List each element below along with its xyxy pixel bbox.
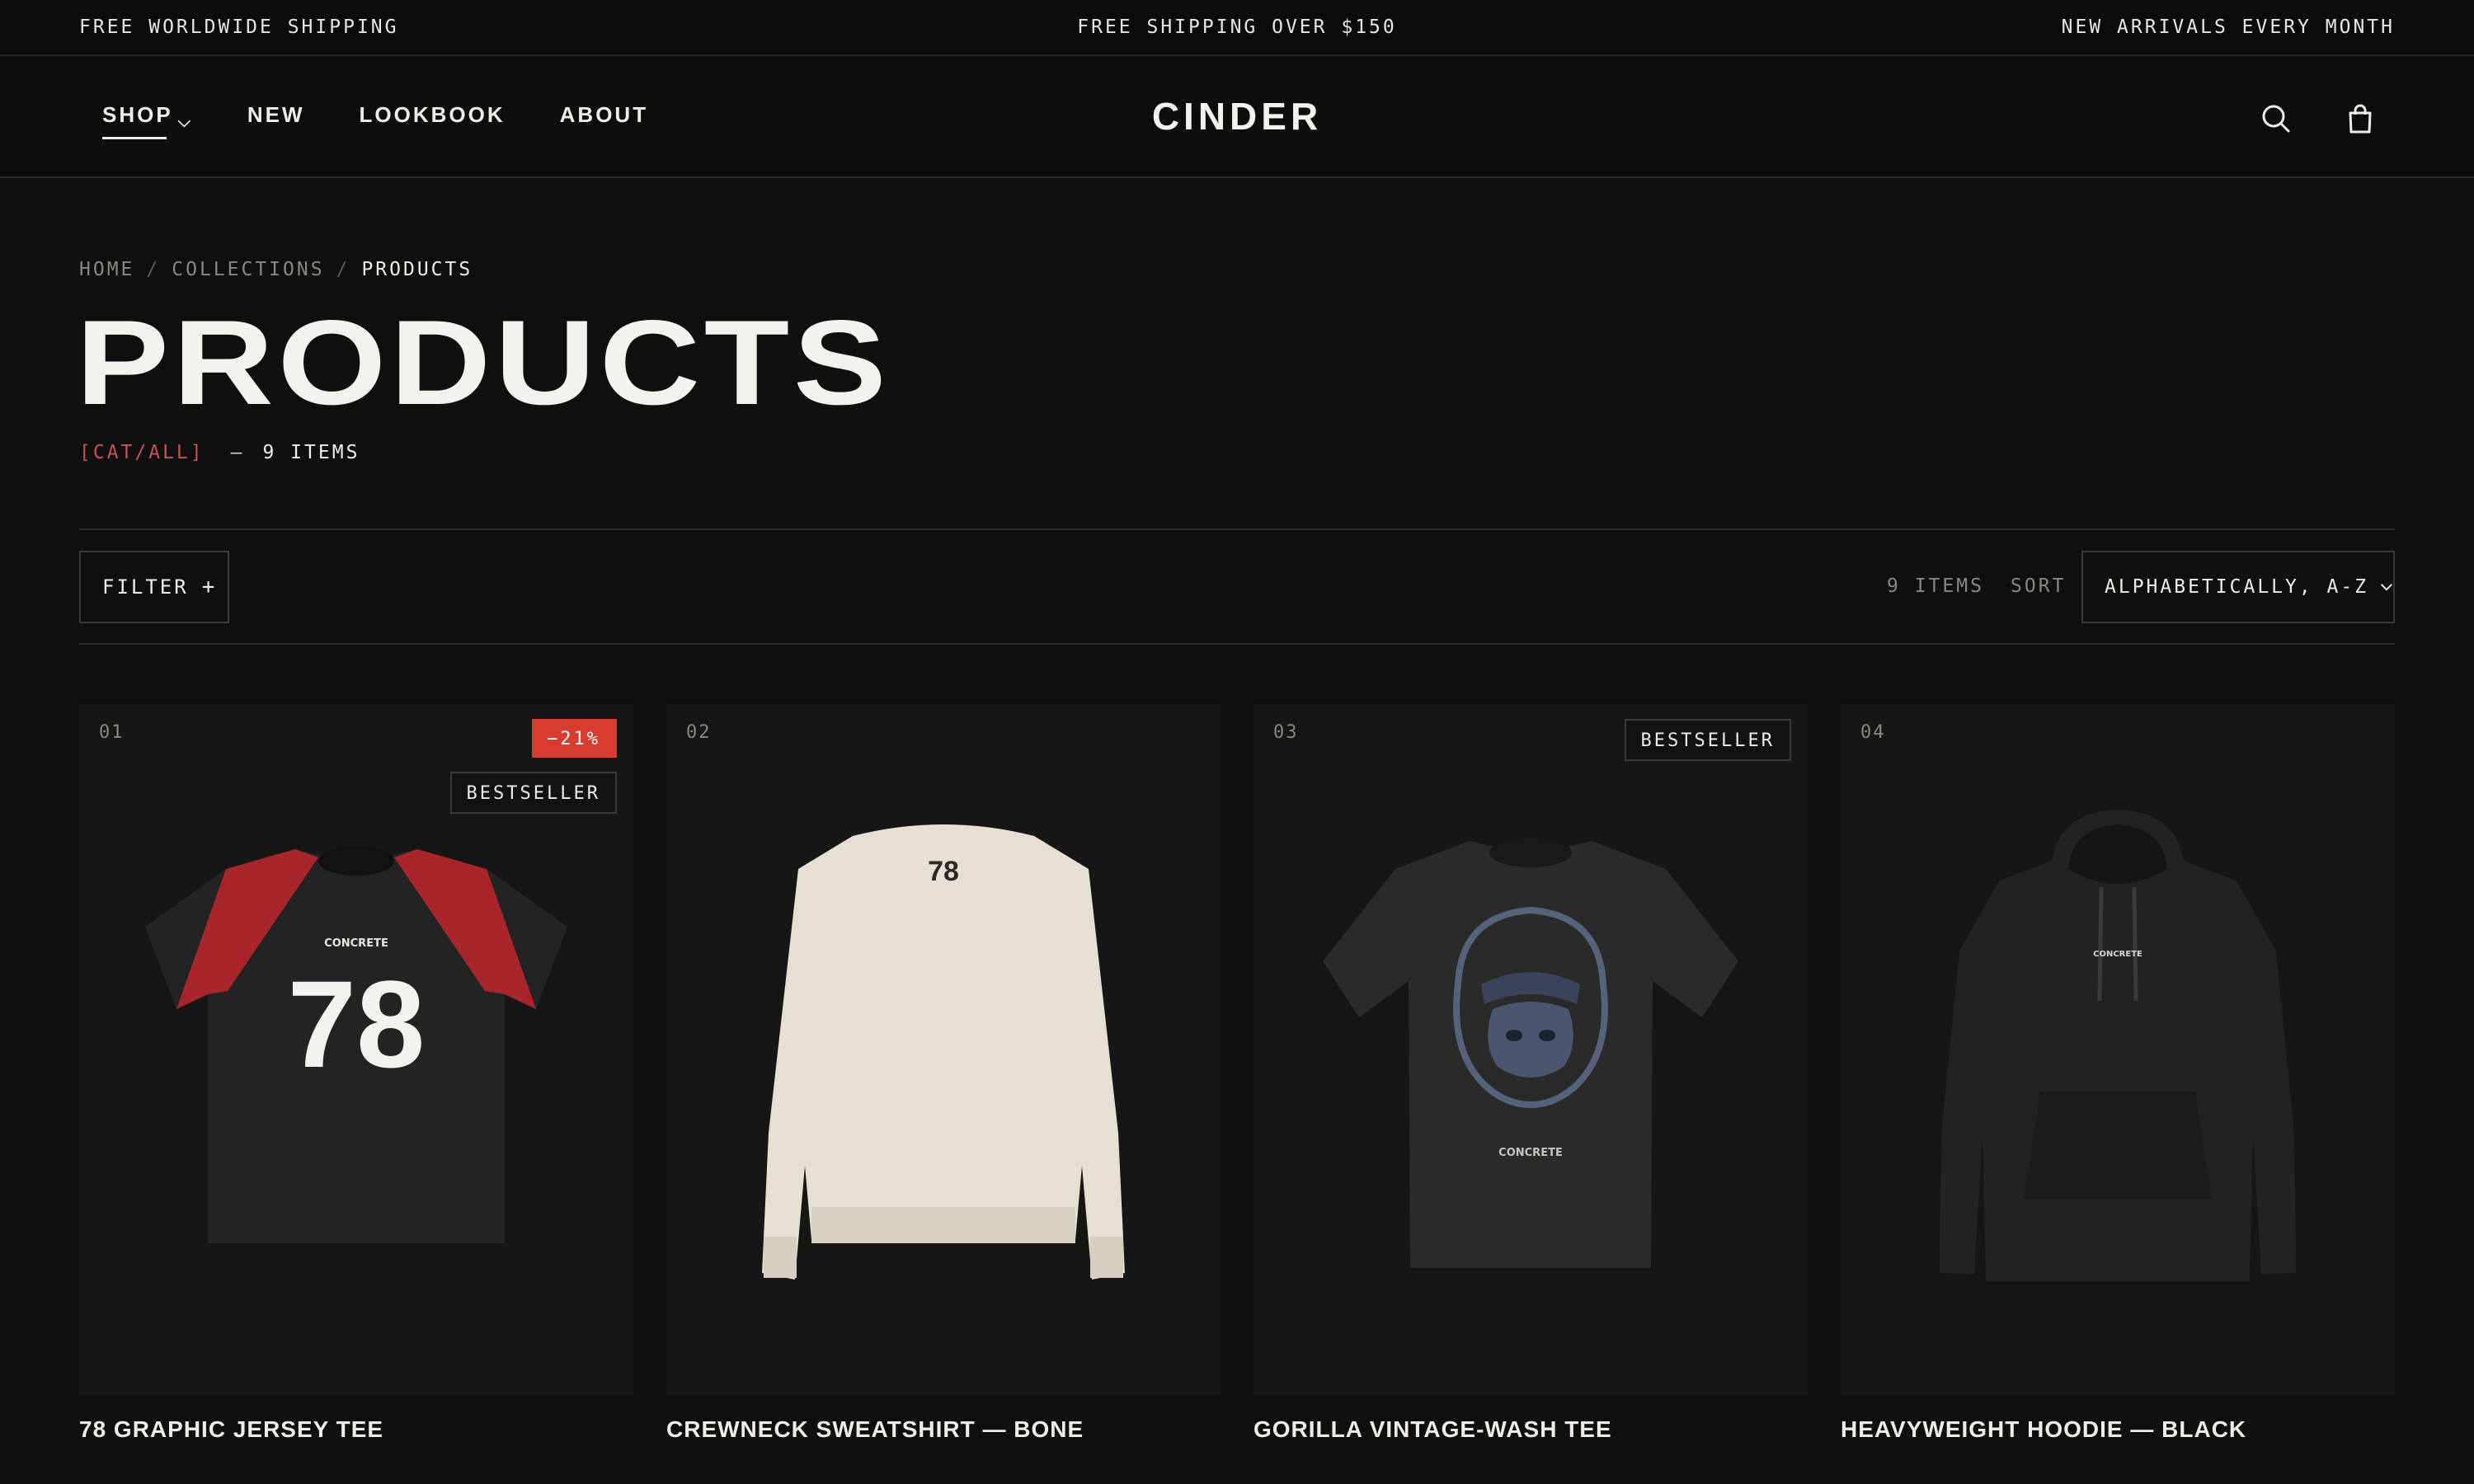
nav-item-label: ABOUT (559, 102, 649, 127)
bag-icon[interactable] (2342, 101, 2378, 137)
nav-item-label: SHOP (102, 102, 173, 127)
announcement-center: FREE SHIPPING OVER $150 (1077, 16, 1397, 38)
divider (79, 643, 2395, 645)
nav-item-lookbook[interactable]: LOOKBOOK (360, 102, 506, 132)
breadcrumb-current: PRODUCTS (361, 259, 473, 280)
page-title: PRODUCTS (76, 295, 891, 430)
product-image: CONCRETE (1940, 810, 2296, 1281)
nav-item-about[interactable]: ABOUT (560, 102, 648, 132)
print-number: 78 (928, 856, 959, 887)
print-brand: CONCRETE (2093, 950, 2142, 959)
chevron-down-icon (2381, 584, 2393, 591)
site-logo[interactable]: CINDER (1152, 94, 1322, 139)
nav-item-label: LOOKBOOK (359, 102, 506, 127)
divider (79, 528, 2395, 530)
filter-label: FILTER (102, 575, 189, 599)
product-index: 02 (686, 722, 712, 743)
product-card[interactable]: 78 02 (666, 704, 1221, 1395)
bestseller-badge: BESTSELLER (1624, 719, 1791, 761)
print-brand: CONCRETE (1498, 1147, 1563, 1159)
filter-button[interactable]: FILTER + (79, 551, 229, 623)
nav-item-new[interactable]: NEW (247, 102, 305, 132)
breadcrumb-home[interactable]: HOME (79, 259, 134, 280)
main-nav: SHOP ⌵ NEW LOOKBOOK ABOUT (102, 102, 703, 139)
announcement-right: NEW ARRIVALS EVERY MONTH (2061, 16, 2395, 38)
product-index: 04 (1860, 722, 1886, 743)
category-tag: [CAT/ALL] (79, 442, 205, 463)
chevron-down-icon: ⌵ (177, 113, 193, 131)
bestseller-badge: BESTSELLER (449, 772, 617, 814)
sort-select[interactable]: ALPHABETICALLY, A-Z (2081, 551, 2395, 623)
breadcrumb-separator: / (146, 259, 161, 280)
collection-meta: [CAT/ALL] — 9 ITEMS (79, 442, 360, 463)
print-number: 78 (288, 955, 426, 1093)
site-header: SHOP ⌵ NEW LOOKBOOK ABOUT CINDER (0, 58, 2474, 178)
announcement-left: FREE WORLDWIDE SHIPPING (79, 16, 399, 38)
product-index: 03 (1273, 722, 1299, 743)
product-name[interactable]: GORILLA VINTAGE-WASH TEE (1253, 1416, 1612, 1443)
nav-item-label: NEW (247, 102, 305, 127)
product-card[interactable]: CONCRETE 78 01 −21% BESTSELLER (79, 704, 633, 1395)
meta-dash: — (230, 442, 245, 463)
announcement-bar: FREE WORLDWIDE SHIPPING FREE SHIPPING OV… (0, 0, 2474, 56)
breadcrumb: HOME / COLLECTIONS / PRODUCTS (79, 259, 473, 280)
sort-value: ALPHABETICALLY, A-Z (2105, 576, 2369, 598)
item-count: 9 ITEMS (262, 442, 360, 463)
product-name[interactable]: 78 GRAPHIC JERSEY TEE (79, 1416, 383, 1443)
breadcrumb-separator: / (336, 259, 350, 280)
sort-label: SORT (2011, 575, 2067, 597)
product-image: CONCRETE (1323, 838, 1738, 1268)
product-image: 78 (762, 824, 1125, 1280)
nav-item-shop[interactable]: SHOP ⌵ (102, 102, 193, 139)
sale-badge: −21% (532, 719, 617, 758)
breadcrumb-collections[interactable]: COLLECTIONS (172, 259, 324, 280)
product-card[interactable]: CONCRETE 03 BESTSELLER (1253, 704, 1808, 1395)
plus-icon: + (201, 575, 218, 599)
product-card[interactable]: CONCRETE 04 (1841, 704, 2395, 1395)
product-name[interactable]: CREWNECK SWEATSHIRT — BONE (666, 1416, 1084, 1443)
search-icon[interactable] (2258, 101, 2294, 137)
print-brand: CONCRETE (324, 937, 388, 950)
toolbar-item-count: 9 ITEMS (1887, 575, 1984, 597)
product-index: 01 (99, 722, 125, 743)
product-name[interactable]: HEAVYWEIGHT HOODIE — BLACK (1841, 1416, 2246, 1443)
